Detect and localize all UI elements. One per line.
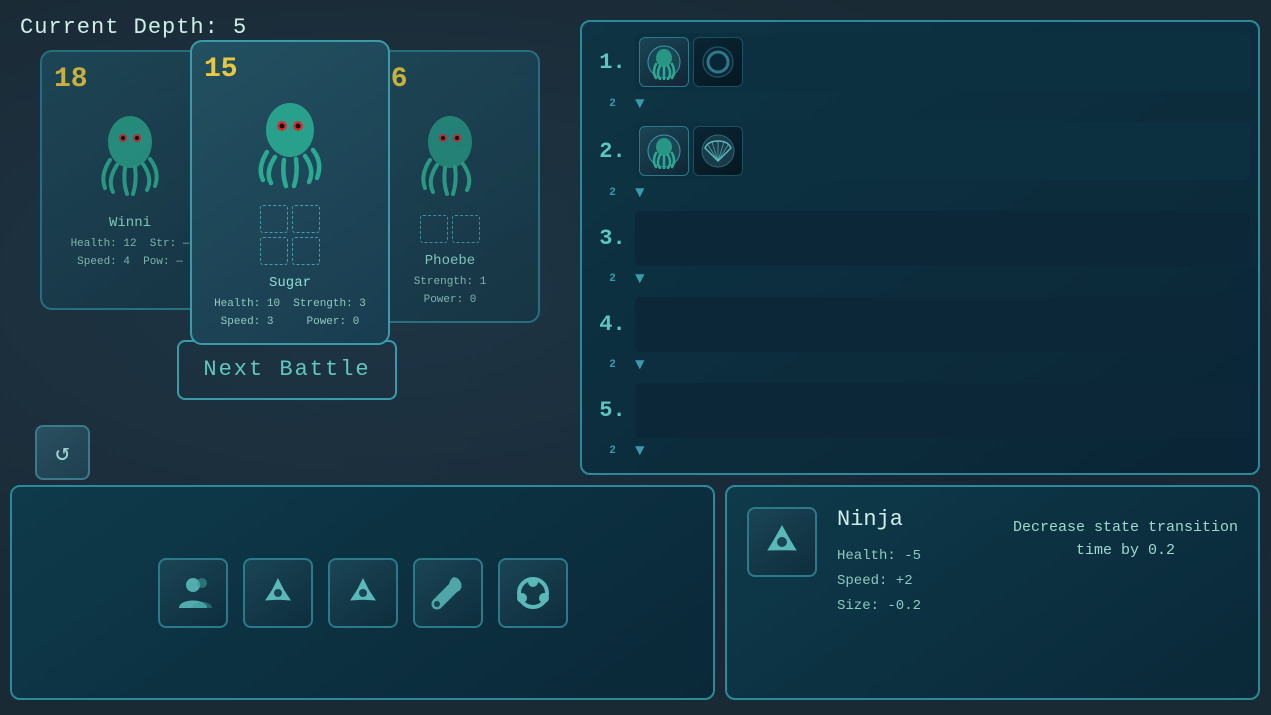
queue-arrow-4: 2 ▼ — [590, 354, 1250, 376]
queue-entry-1: 1. — [590, 33, 1250, 115]
queue-arrow-5: 2 ▼ — [590, 440, 1250, 462]
ability-description: Decrease state transitiontime by 0.2 — [1013, 517, 1238, 678]
next-battle-button[interactable]: Next Battle — [177, 340, 397, 400]
creature-name-sugar: Sugar — [269, 275, 311, 291]
stat-speed: Speed: +2 — [837, 569, 993, 594]
queue-items-1 — [635, 33, 1250, 91]
queue-arrow-2: 2 ▼ — [590, 182, 1250, 204]
creature-stats-winni: Health: 12 Str: —Speed: 4 Pow: — — [71, 236, 190, 271]
refresh-button[interactable]: ↺ — [35, 425, 90, 480]
stat-health: Health: -5 — [837, 544, 993, 569]
queue-entry-4: 4. 2 ▼ — [590, 297, 1250, 376]
abilities-panel — [10, 485, 715, 700]
queue-icon-tentacle-2[interactable] — [639, 126, 689, 176]
creature-name-phoebe: Phoebe — [425, 253, 475, 269]
queue-number-5: 5. — [590, 398, 635, 423]
queue-entry-3: 3. 2 ▼ — [590, 211, 1250, 290]
creature-art-phoebe — [400, 105, 500, 205]
queue-arrow-3: 2 ▼ — [590, 268, 1250, 290]
creature-card-sugar[interactable]: 15 Sugar Health: 10 — [190, 40, 390, 345]
queue-items-5 — [635, 383, 1250, 438]
refresh-icon: ↺ — [55, 438, 69, 468]
card-slots-sugar — [260, 205, 320, 265]
queue-icon-tentacle-1[interactable] — [639, 37, 689, 87]
ability-stats: Health: -5 Speed: +2 Size: -0.2 — [837, 544, 993, 620]
card-number-winni: 18 — [54, 64, 88, 95]
queue-items-3 — [635, 211, 1250, 266]
card-number-sugar: 15 — [204, 54, 238, 85]
queue-row-1: 1. — [590, 33, 1250, 91]
queue-icon-shell-2[interactable] — [693, 126, 743, 176]
creatures-area: 18 Winni Health: 12 Str: —Speed: 4 — [10, 50, 570, 480]
queue-items-4 — [635, 297, 1250, 352]
queue-icon-circle-1[interactable] — [693, 37, 743, 87]
ability-icon-ninja-1[interactable] — [243, 558, 313, 628]
queue-row-3: 3. — [590, 211, 1250, 266]
ability-icon-ring[interactable] — [498, 558, 568, 628]
queue-arrow-1: 2 ▼ — [590, 93, 1250, 115]
queue-row-2: 2. — [590, 122, 1250, 180]
depth-header: Current Depth: 5 — [20, 15, 247, 40]
queue-section: 1. — [590, 30, 1250, 465]
selected-ability-icon — [747, 507, 817, 577]
queue-row-4: 4. — [590, 297, 1250, 352]
queue-items-2 — [635, 122, 1250, 180]
creature-name-winni: Winni — [109, 215, 151, 231]
ability-detail-panel: Ninja Health: -5 Speed: +2 Size: -0.2 De… — [725, 485, 1260, 700]
ability-icon-person[interactable] — [158, 558, 228, 628]
ability-info: Ninja Health: -5 Speed: +2 Size: -0.2 — [837, 507, 993, 678]
creature-art-sugar — [240, 95, 340, 195]
ability-icon-ninja-2[interactable] — [328, 558, 398, 628]
queue-number-2: 2. — [590, 139, 635, 164]
queue-number-4: 4. — [590, 312, 635, 337]
queue-entry-2: 2. — [590, 122, 1250, 204]
ability-icon-wrench[interactable] — [413, 558, 483, 628]
queue-row-5: 5. — [590, 383, 1250, 438]
battle-queue-panel: 1. — [580, 20, 1260, 475]
stat-size: Size: -0.2 — [837, 594, 993, 619]
queue-number-3: 3. — [590, 226, 635, 251]
creature-art-winni — [80, 105, 180, 205]
queue-entry-5: 5. 2 ▼ — [590, 383, 1250, 462]
card-slots-phoebe — [420, 215, 480, 243]
ability-title: Ninja — [837, 507, 993, 532]
queue-number-1: 1. — [590, 50, 635, 75]
creature-stats-sugar: Health: 10 Strength: 3Speed: 3 Power: 0 — [214, 296, 366, 331]
creature-stats-phoebe: Strength: 1Power: 0 — [414, 274, 487, 309]
